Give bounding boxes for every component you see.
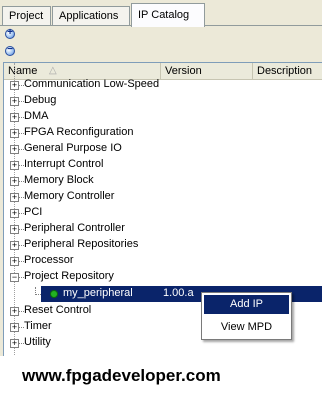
tab-applications[interactable]: Applications [52, 6, 130, 26]
tree-item[interactable]: + General Purpose IO [4, 141, 322, 157]
tree-item-label: Reset Control [24, 304, 92, 316]
tree-item-label: Project Repository [24, 270, 114, 282]
tree-item[interactable]: + Peripheral Controller [4, 221, 322, 237]
tree-item-label: Utility [24, 336, 51, 348]
tree-item-label: PCI [24, 206, 43, 218]
ip-catalog-panel: Project Applications IP Catalog + − Name… [0, 0, 322, 356]
tree-item-label: Communication Low-Speed [24, 78, 160, 90]
expand-icon[interactable]: + [10, 176, 19, 186]
menu-item-add-ip[interactable]: Add IP [204, 295, 289, 314]
tree-item[interactable]: + Memory Block [4, 173, 322, 189]
tree-item-label: General Purpose IO [24, 142, 122, 154]
expand-icon[interactable]: + [10, 338, 19, 348]
tree-item-label: Peripheral Repositories [24, 238, 139, 250]
ip-status-bullet-icon [50, 290, 58, 298]
website-caption: www.fpgadeveloper.com [22, 366, 221, 385]
tree-item-version: 1.00.a [163, 287, 194, 299]
tab-ip-catalog[interactable]: IP Catalog [131, 3, 205, 27]
collapse-icon[interactable]: − [10, 272, 19, 282]
column-header-name-label: Name [8, 65, 38, 77]
tree-item[interactable]: + Processor [4, 253, 322, 269]
expand-icon[interactable]: + [10, 96, 19, 106]
tree-item[interactable]: + Memory Controller [4, 189, 322, 205]
tree-item[interactable]: + FPGA Reconfiguration [4, 125, 322, 141]
expand-icon[interactable]: + [10, 240, 19, 250]
tree-item-label: Memory Controller [24, 190, 115, 202]
expand-icon[interactable]: + [10, 160, 19, 170]
tree-item[interactable]: + Peripheral Repositories [4, 237, 322, 253]
tree-item-label: Processor [24, 254, 74, 266]
context-menu: Add IP View MPD [201, 292, 292, 340]
tree-item-label: Debug [24, 94, 57, 106]
minus-icon: − [7, 44, 13, 55]
expand-icon[interactable]: + [10, 80, 19, 90]
expand-icon[interactable]: + [10, 192, 19, 202]
tab-project[interactable]: Project [2, 6, 51, 26]
tree-item-label: my_peripheral [63, 287, 133, 299]
tree-item[interactable]: + Debug [4, 93, 322, 109]
tree-item-label: FPGA Reconfiguration [24, 126, 134, 138]
tree-item-label: DMA [24, 110, 49, 122]
tree-item[interactable]: + PCI [4, 205, 322, 221]
tree-item[interactable]: − Project Repository [4, 269, 322, 285]
tree-item-label: Interrupt Control [24, 158, 104, 170]
expand-all-button[interactable]: + [5, 27, 15, 39]
plus-icon: + [7, 27, 13, 38]
expand-icon[interactable]: + [10, 322, 19, 332]
collapse-all-button[interactable]: − [5, 44, 15, 56]
expand-icon[interactable]: + [10, 256, 19, 266]
expand-icon[interactable]: + [10, 128, 19, 138]
expand-icon[interactable]: + [10, 112, 19, 122]
menu-item-view-mpd[interactable]: View MPD [204, 318, 289, 337]
expand-icon[interactable]: + [10, 306, 19, 316]
tree-item[interactable]: + DMA [4, 109, 322, 125]
expand-icon[interactable]: + [10, 208, 19, 218]
tree-item-label: Memory Block [24, 174, 94, 186]
column-header-version-label: Version [165, 65, 202, 77]
tree-item-label: Peripheral Controller [24, 222, 125, 234]
column-header-description-label: Description [257, 65, 313, 77]
tree-item[interactable]: + Interrupt Control [4, 157, 322, 173]
tree-item-label: Timer [24, 320, 52, 332]
expand-icon[interactable]: + [10, 144, 19, 154]
sort-triangle-icon: △ [49, 65, 57, 76]
tree-item[interactable]: + Communication Low-Speed [4, 77, 322, 93]
expand-icon[interactable]: + [10, 224, 19, 234]
